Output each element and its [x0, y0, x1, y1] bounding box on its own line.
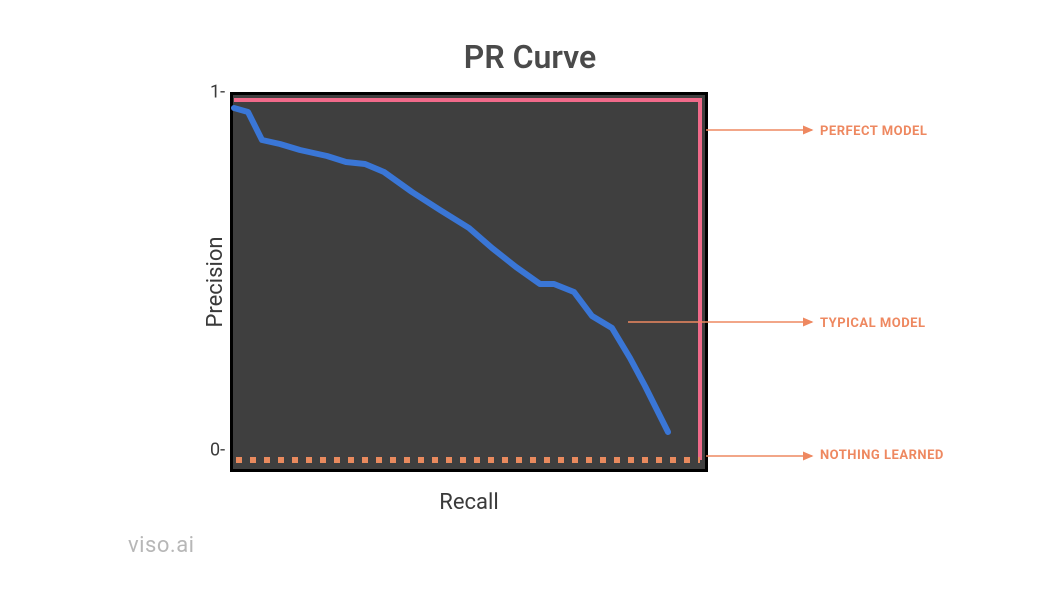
- x-axis-label: Recall: [230, 490, 708, 515]
- y-tick-0: 0-: [210, 440, 225, 461]
- y-axis-label: Precision: [203, 236, 228, 327]
- y-tick-1: 1-: [210, 82, 225, 103]
- chart-title: PR Curve: [0, 38, 1060, 76]
- plot-area: [230, 92, 708, 472]
- legend-typical-model: TYPICAL MODEL: [820, 316, 926, 331]
- legend-perfect-model: PERFECT MODEL: [820, 124, 927, 139]
- brand-watermark: viso.ai: [128, 533, 195, 558]
- legend-nothing-learned: NOTHING LEARNED: [820, 448, 944, 463]
